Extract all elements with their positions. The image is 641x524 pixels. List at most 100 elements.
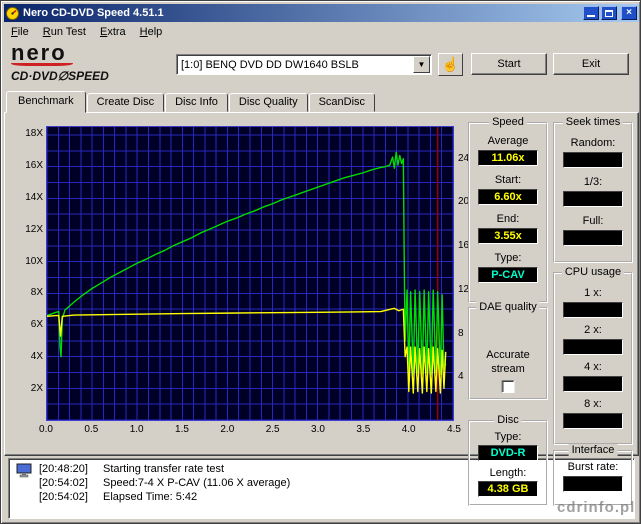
average-value: 11.06x [478,150,538,166]
disc-length-label: Length: [489,467,527,479]
cpu-1x-value [563,302,623,318]
nero-product-name: CD·DVD∅SPEED [11,69,109,83]
x-axis-tick: 3.0 [311,424,325,435]
log-text: Elapsed Time: 5:42 [103,491,198,503]
average-label: Average [487,135,529,147]
log-text: Starting transfer rate test [103,463,225,475]
benchmark-chart [46,126,454,421]
x-axis-tick: 0.0 [39,424,53,435]
burst-rate-label: Burst rate: [567,461,619,473]
speed-type-value: P-CAV [478,267,538,283]
chart-x-axis: 0.0 0.5 1.0 1.5 2.0 2.5 3.0 3.5 4.0 4.5 [39,424,461,436]
menu-bar: File Run Test Extra Help [4,23,639,41]
left-axis-tick: 14X [25,191,43,203]
interface-group-title: Interface [568,444,618,456]
chart-left-axis: 2X 4X 6X 8X 10X 12X 14X 16X 18X [11,126,43,421]
seek-full-label: Full: [582,215,604,227]
title-bar: Nero CD-DVD Speed 4.51.1 × [4,4,639,22]
left-axis-tick: 10X [25,255,43,267]
accurate-stream-label-2: stream [491,363,525,375]
start-speed-label: Start: [494,174,522,186]
minimize-button[interactable] [583,6,599,20]
watermark: cdrinfo.pl [557,499,636,516]
drive-select[interactable]: [1:0] BENQ DVD DD DW1640 BSLB ▼ [176,54,432,75]
x-axis-tick: 2.0 [220,424,235,435]
disc-group: Disc Type: DVD-R Length: 4.38 GB [468,414,548,506]
left-axis-tick: 8X [30,287,43,299]
menu-file[interactable]: File [4,24,36,40]
x-axis-tick: 1.0 [129,424,144,435]
start-speed-value: 6.60x [478,189,538,205]
disc-type-value: DVD-R [478,445,538,461]
cpu-usage-title: CPU usage [561,266,625,278]
monitor-icon [16,463,32,478]
tab-scandisc[interactable]: ScanDisc [308,93,376,112]
accurate-stream-checkbox[interactable] [501,380,515,393]
x-axis-tick: 0.5 [84,424,99,435]
cpu-1x-label: 1 x: [584,287,602,299]
maximize-icon [605,10,613,17]
x-axis-tick: 2.5 [265,424,280,435]
seek-times-group: Seek times Random: 1/3: Full: [553,116,633,263]
cpu-2x-label: 2 x: [584,324,602,336]
x-axis-tick: 4.0 [401,424,416,435]
tab-disc-quality[interactable]: Disc Quality [228,93,308,112]
chart-canvas [47,127,453,420]
dae-quality-title: DAE quality [476,301,540,313]
tab-create-disc[interactable]: Create Disc [86,93,165,112]
log-timestamp: [20:48:20] [39,463,88,475]
start-button[interactable]: Start [471,53,547,75]
tab-benchmark[interactable]: Benchmark [6,91,86,113]
speed-group-title: Speed [489,116,527,128]
seek-random-value [563,152,623,168]
log-timestamp: [20:54:02] [39,477,88,489]
end-speed-value: 3.55x [478,228,538,244]
seek-third-value [563,191,623,207]
x-axis-tick: 1.5 [175,424,189,435]
seek-random-label: Random: [570,137,616,149]
dae-quality-group: DAE quality Accurate stream [468,301,548,400]
left-axis-tick: 16X [25,159,43,171]
drive-select-value: [1:0] BENQ DVD DD DW1640 BSLB [181,58,359,71]
cpu-2x-value [563,339,623,355]
interface-group: Interface Burst rate: [553,444,633,506]
burst-rate-value [563,476,623,492]
cpu-4x-label: 4 x: [584,361,602,373]
cpu-usage-group: CPU usage 1 x: 2 x: 4 x: 8 x: [553,266,633,445]
left-axis-tick: 6X [30,319,43,331]
tab-strip: Benchmark Create Disc Disc Info Disc Qua… [6,91,376,113]
seek-third-label: 1/3: [583,176,603,188]
minimize-icon [587,15,595,17]
left-axis-tick: 4X [30,351,43,363]
cpu-8x-value [563,413,623,429]
rotation-speed-line [47,307,447,394]
disc-type-label: Type: [494,431,522,443]
left-axis-tick: 2X [30,383,43,395]
exit-button[interactable]: Exit [553,53,629,75]
left-axis-tick: 12X [25,223,43,235]
window-title: Nero CD-DVD Speed 4.51.1 [23,7,164,19]
menu-extra[interactable]: Extra [93,24,133,40]
tab-disc-info[interactable]: Disc Info [165,93,228,112]
speed-group: Speed Average 11.06x Start: 6.60x End: 3… [468,116,548,303]
chevron-down-icon[interactable]: ▼ [413,56,430,73]
seek-full-value [563,230,623,246]
speed-type-label: Type: [494,252,522,264]
nero-logo-name: nero [11,40,67,65]
x-axis-tick: 4.5 [447,424,461,435]
hand-icon: ☝ [441,56,460,72]
end-speed-label: End: [496,213,520,225]
nero-logo: nero CD·DVD∅SPEED [11,40,161,83]
cpu-8x-label: 8 x: [584,398,602,410]
log-text: Speed:7-4 X P-CAV (11.06 X average) [103,477,291,489]
disc-length-value: 4.38 GB [478,481,538,497]
app-window: Nero CD-DVD Speed 4.51.1 × File Run Test… [0,0,641,524]
x-axis-tick: 3.5 [356,424,371,435]
hand-tool-button[interactable]: ☝ [438,53,463,76]
menu-help[interactable]: Help [133,24,170,40]
disc-group-title: Disc [494,414,522,426]
accurate-stream-label-1: Accurate [486,349,530,361]
maximize-button[interactable] [601,6,617,20]
close-button[interactable]: × [621,6,637,20]
menu-run-test[interactable]: Run Test [36,24,93,40]
